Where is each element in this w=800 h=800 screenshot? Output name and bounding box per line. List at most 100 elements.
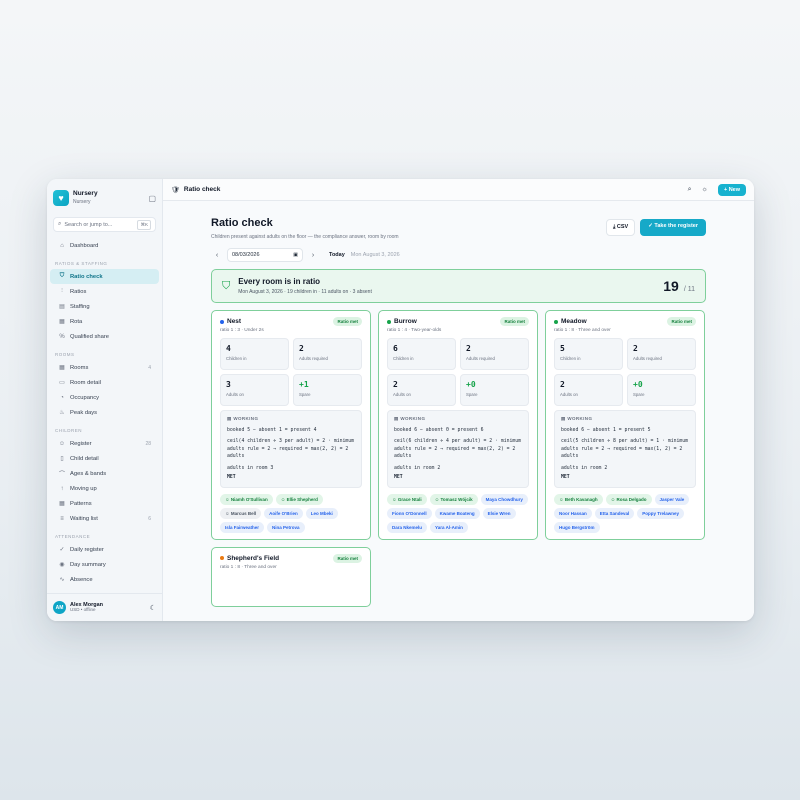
staff-chip[interactable]: ☺ Niamh O'Sullivan	[220, 493, 273, 505]
staff-chip-off[interactable]: ☺ Marcus Bell	[220, 507, 262, 519]
sidebar-item-peak-days[interactable]: ♨ Peak days	[50, 405, 159, 420]
sidebar: ♥ Nursery Nursery ▢ ⌕ Search or jump to.…	[47, 179, 163, 621]
people-chips: ☺ Niamh O'Sullivan ☺ Ellie Shepherd ☺ Marc…	[220, 493, 362, 533]
child-chip[interactable]: Maya Chowdhury	[480, 493, 528, 505]
sidebar-item-occupancy[interactable]: ◔ Occupancy	[50, 390, 159, 405]
staff-name: Beth Kavanagh	[564, 496, 598, 502]
app-sub: Nursery	[73, 198, 91, 205]
sidebar-item-label: Rota	[70, 318, 83, 325]
sidebar-item-count: 28	[145, 440, 151, 447]
new-button-label: New	[728, 186, 740, 193]
sidebar-item-daily-register[interactable]: ✓ Daily register	[50, 542, 159, 557]
chevron-right-icon[interactable]: ›	[307, 252, 319, 259]
new-button[interactable]: + New	[717, 183, 746, 196]
csv-label: CSV	[616, 224, 629, 230]
staff-chip[interactable]: ☺ Ellie Shepherd	[275, 493, 323, 505]
banner-subtitle: Mon August 3, 2026 · 19 children in · 11…	[238, 289, 372, 295]
sliders-icon: ⫶	[61, 288, 63, 294]
user-profile[interactable]: AM Alex Morgan USD • offline ☾	[47, 593, 162, 621]
moon-icon[interactable]: ☾	[150, 604, 156, 612]
sidebar-item-patterns[interactable]: ▦ Patterns	[50, 496, 159, 511]
adults-required-stat-value: 2	[466, 344, 471, 353]
staff-chip[interactable]: ☺ Beth Kavanagh	[554, 493, 603, 505]
adults-on-stat-value: 3	[226, 380, 231, 389]
panel-icon: ▭	[59, 380, 65, 386]
sidebar-item-qualified-share[interactable]: % Qualified share	[50, 329, 159, 344]
working-result: MET	[394, 475, 403, 481]
room-card[interactable]: Burrow Ratio met ratio 1 : 4 · Two-year-ol…	[378, 310, 538, 540]
sidebar-item-register[interactable]: ☺ Register 28	[50, 436, 159, 451]
children-in-stat-label: Children in	[560, 356, 581, 361]
adults-on-stat: 2 Adults on	[554, 374, 623, 406]
room-card[interactable]: Shepherd's Field Ratio met ratio 1 : 8 · T…	[211, 546, 371, 607]
child-chip[interactable]: Kwame Boateng	[434, 507, 480, 519]
sidebar-item-label: Qualified share	[70, 333, 109, 340]
child-chip[interactable]: Leo Mbeki	[305, 507, 338, 519]
sidebar-item-dashboard[interactable]: ⌂ Dashboard	[50, 238, 159, 253]
child-chip[interactable]: Fionn O'Donnell	[387, 507, 432, 519]
working-header: ▤ WORKING	[227, 416, 355, 423]
csv-button[interactable]: ⤓ CSV	[605, 219, 636, 236]
child-chip[interactable]: Elsie Wren	[482, 507, 516, 519]
sidebar-item-rooms[interactable]: ▦ Rooms 4	[50, 360, 159, 375]
child-chip[interactable]: Poppy Trelawney	[637, 507, 685, 519]
staff-chip[interactable]: ☺ Tomasz Wójcik	[429, 493, 478, 505]
staff-name: Rosa Delgado	[616, 496, 647, 502]
calendar-icon[interactable]: ▣	[293, 252, 298, 258]
child-chip[interactable]: Aoife O'Brien	[264, 507, 303, 519]
sidebar-item-moving-up[interactable]: ↑ Moving up	[50, 481, 159, 496]
search-icon[interactable]: ⌕	[688, 186, 692, 194]
date-controls: ‹ 08/03/2026 ▣ › Today Mon August 3, 202…	[211, 248, 706, 262]
spare-stat-value: +1	[299, 380, 309, 389]
sidebar-item-ratio-check[interactable]: ⛉ Ratio check	[50, 269, 159, 284]
staff-name: Tomasz Wójcik	[440, 496, 473, 502]
room-card-header: Nest Ratio met	[220, 317, 362, 326]
adults-required-stat: 2 Adults required	[293, 338, 362, 370]
room-name[interactable]: Nest	[227, 318, 241, 325]
today-button[interactable]: Today	[329, 252, 345, 258]
room-name[interactable]: Meadow	[561, 318, 587, 325]
today-date: Mon August 3, 2026	[350, 252, 400, 258]
sidebar-item-staffing[interactable]: ▤ Staffing	[50, 299, 159, 314]
sidebar-item-label: Absence	[70, 576, 93, 583]
room-name[interactable]: Burrow	[394, 318, 417, 325]
room-name[interactable]: Shepherd's Field	[227, 555, 279, 562]
child-chip[interactable]: Yara Al-Amin	[430, 521, 468, 533]
staff-chip[interactable]: ☺ Rosa Delgado	[605, 493, 652, 505]
child-chip[interactable]: Jasper Vale	[654, 493, 690, 505]
status-badge: Ratio met	[667, 317, 696, 326]
child-chip[interactable]: Isla Fairweather	[220, 521, 265, 533]
child-chip[interactable]: Dara Nkemelu	[387, 521, 428, 533]
avatar[interactable]: AM	[53, 601, 66, 614]
child-chip[interactable]: Noor Hassan	[554, 507, 592, 519]
percent-icon: %	[59, 333, 65, 340]
date-input[interactable]: 08/03/2026 ▣	[227, 248, 303, 262]
take-register-button[interactable]: ✓ Take the register	[640, 219, 706, 236]
room-card[interactable]: Meadow Ratio met ratio 1 : 8 · Three and o…	[545, 310, 705, 540]
room-color-dot	[220, 556, 224, 560]
sidebar-item-label: Moving up	[70, 485, 97, 492]
room-card[interactable]: Nest Ratio met ratio 1 : 3 · Under 2s 4 Chil…	[211, 310, 371, 540]
arrow-up-icon: ↑	[60, 485, 64, 492]
search-placeholder: Search or jump to...	[64, 221, 113, 228]
sidebar-item-ratios[interactable]: ⫶ Ratios	[50, 284, 159, 299]
sidebar-item-child-detail[interactable]: ▯ Child detail	[50, 451, 159, 466]
children-in-stat-value: 5	[560, 344, 565, 353]
child-chip[interactable]: Nina Petrova	[267, 521, 305, 533]
sun-icon[interactable]: ☼	[702, 186, 708, 193]
sidebar-item-absence[interactable]: ∿ Absence	[50, 572, 159, 587]
sidebar-item-room-detail[interactable]: ▭ Room detail	[50, 375, 159, 390]
search-input[interactable]: ⌕ Search or jump to... ⌘K	[53, 217, 156, 232]
staff-chip[interactable]: ☺ Grace Ntali	[387, 493, 427, 505]
sidebar-item-rota[interactable]: ▦ Rota	[50, 314, 159, 329]
sidebar-item-ages-bands[interactable]: ⌒ Ages & bands	[50, 466, 159, 481]
sidebar-collapse-icon[interactable]: ▢	[148, 194, 156, 203]
sidebar-item-waiting-list[interactable]: ≡ Waiting list 6	[50, 511, 159, 526]
chevron-left-icon[interactable]: ‹	[211, 252, 223, 259]
sidebar-item-day-summary[interactable]: ◉ Day summary	[50, 557, 159, 572]
banner-count: 19 / 11	[663, 278, 695, 294]
adults-on-stat-label: Adults on	[393, 392, 411, 397]
sidebar-item-label: Rooms	[70, 364, 89, 371]
child-chip[interactable]: Hugo Bergström	[554, 521, 600, 533]
child-chip[interactable]: Etta Sandeval	[594, 507, 635, 519]
